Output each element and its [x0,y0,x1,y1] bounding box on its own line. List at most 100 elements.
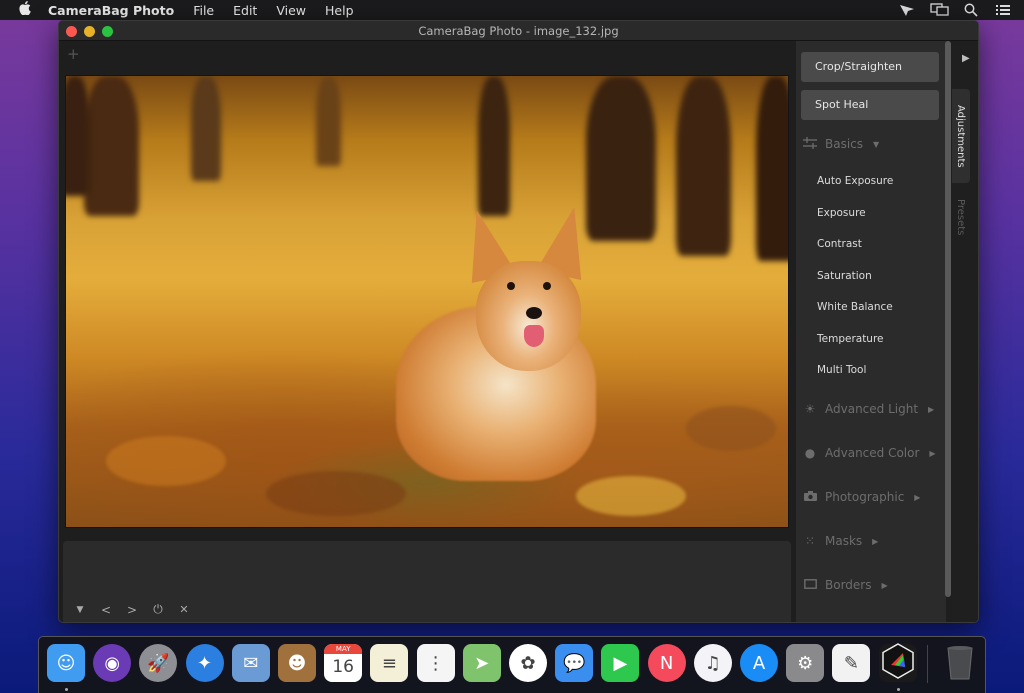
filmstrip-controls: ▼ < > ⏻ ✕ [73,602,191,617]
section-photographic[interactable]: Photographic ▶ [803,488,920,506]
section-label: Photographic [825,490,905,504]
dock-item-finder[interactable]: ☺ [47,644,85,682]
dock-separator [927,645,928,683]
tab-adjustments[interactable]: Adjustments [955,105,966,168]
basics-item-contrast[interactable]: Contrast [817,238,862,250]
chevron-right-icon: ▶ [914,492,921,502]
apple-icon[interactable] [16,1,34,19]
calendar-month-label: MAY [324,644,363,654]
control-list-icon[interactable] [994,3,1012,17]
basics-item-white-balance[interactable]: White Balance [817,301,893,313]
notes-icon: ≡ [381,652,397,674]
section-basics[interactable]: Basics ▼ [803,135,879,153]
tree-trunk [756,76,788,261]
dog-nose [526,307,542,319]
dock-item-photos[interactable]: ✿ [509,644,547,682]
chevron-right-icon: ▶ [881,580,888,590]
tab-presets[interactable]: Presets [955,199,966,235]
dog-left-eye [507,282,515,290]
basics-item-exposure[interactable]: Exposure [817,207,866,219]
textedit-icon: ✎ [843,652,859,674]
photo-canvas[interactable] [65,75,789,528]
dock-item-maps[interactable]: ➤ [462,644,501,682]
dock-item-trash[interactable] [941,644,979,682]
dock-item-reminders[interactable]: ⋮ [416,644,455,682]
app-store-icon: A [752,652,766,674]
sun-icon: ☀ [804,402,816,416]
dock-item-news[interactable]: N [647,644,686,682]
dock-item-calendar[interactable]: MAY 16 [324,644,363,682]
mask-pattern-icon: ⁙ [804,534,816,548]
previous-icon[interactable]: < [99,603,113,617]
close-window-button[interactable] [66,26,77,37]
app-window: CameraBag Photo - image_132.jpg + ▼ < > … [58,20,979,623]
news-icon: N [659,652,674,674]
dock-item-messages[interactable]: 💬 [555,644,594,682]
location-arrow-icon[interactable] [898,3,916,17]
menu-help[interactable]: Help [325,3,354,18]
basics-item-temperature[interactable]: Temperature [817,333,884,345]
dog-right-eye [543,282,551,290]
section-advanced-color[interactable]: ● Advanced Color ▶ [803,444,936,462]
dock-item-mail[interactable]: ✉ [231,644,270,682]
menu-file[interactable]: File [193,3,214,18]
dock-item-textedit[interactable]: ✎ [832,644,871,682]
tree-trunk [191,76,221,181]
leaf-cluster [106,436,226,486]
display-mirroring-icon[interactable] [930,3,949,17]
basics-item-auto-exposure[interactable]: Auto Exposure [817,175,893,187]
add-image-button[interactable]: + [67,45,80,63]
search-icon[interactable] [962,3,980,17]
dock-item-facetime[interactable]: ▶ [601,644,640,682]
dock-item-system-preferences[interactable]: ⚙ [786,644,825,682]
dock-item-notes[interactable]: ≡ [370,644,409,682]
section-label: Advanced Color [825,446,920,460]
menu-bar: CameraBag Photo File Edit View Help [0,0,1024,20]
minimize-window-button[interactable] [84,26,95,37]
filmstrip-tray: ▼ < > ⏻ ✕ [63,541,791,622]
panel-scrollbar-thumb[interactable] [945,41,951,597]
tree-trunk [66,76,90,196]
dock-item-launchpad[interactable]: 🚀 [139,644,178,682]
section-borders[interactable]: Borders ▶ [803,576,888,594]
messages-icon: 💬 [562,652,586,674]
collapse-triangle-icon[interactable]: ▼ [73,605,87,615]
basics-item-saturation[interactable]: Saturation [817,270,872,282]
spot-heal-button[interactable]: Spot Heal [801,90,939,120]
menu-app-name[interactable]: CameraBag Photo [48,3,174,18]
zoom-window-button[interactable] [102,26,113,37]
dock-item-safari[interactable]: ✦ [185,644,224,682]
dock-item-app-store[interactable]: A [740,644,778,682]
play-icon[interactable]: ▶ [962,53,970,64]
basics-item-multi-tool[interactable]: Multi Tool [817,364,866,376]
dock: ☺ ◉ 🚀 ✦ ✉ ☻ MAY 16 ≡ ⋮ ➤ ✿ 💬 ▶ N ♫ A ⚙ ✎ [38,636,986,693]
section-masks[interactable]: ⁙ Masks ▶ [803,532,878,550]
camerabag-photo-icon [881,642,915,684]
title-bar[interactable]: CameraBag Photo - image_132.jpg [59,21,978,41]
section-label: Basics [825,137,864,151]
dock-item-contacts[interactable]: ☻ [278,644,316,682]
finder-icon: ☺ [56,652,76,674]
facetime-icon: ▶ [613,652,628,674]
chevron-right-icon: ▶ [872,536,879,546]
border-rectangle-icon [803,578,817,592]
power-icon[interactable]: ⏻ [151,602,165,617]
running-indicator [65,688,68,691]
section-label: Borders [825,578,872,592]
camera-icon [803,490,817,504]
mail-icon: ✉ [243,652,259,674]
next-icon[interactable]: > [125,603,139,617]
close-icon[interactable]: ✕ [177,603,191,616]
dock-item-itunes[interactable]: ♫ [693,644,732,682]
chevron-down-icon: ▼ [873,139,880,149]
dock-item-siri[interactable]: ◉ [93,644,132,682]
dog-tongue [524,325,544,347]
dock-item-camerabag-photo[interactable] [878,642,917,684]
section-advanced-light[interactable]: ☀ Advanced Light ▶ [803,400,935,418]
itunes-icon: ♫ [704,652,721,674]
crop-straighten-button[interactable]: Crop/Straighten [801,52,939,82]
menu-view[interactable]: View [276,3,306,18]
menu-edit[interactable]: Edit [233,3,257,18]
section-label: Advanced Light [825,402,919,416]
status-menu-area [898,0,1012,20]
